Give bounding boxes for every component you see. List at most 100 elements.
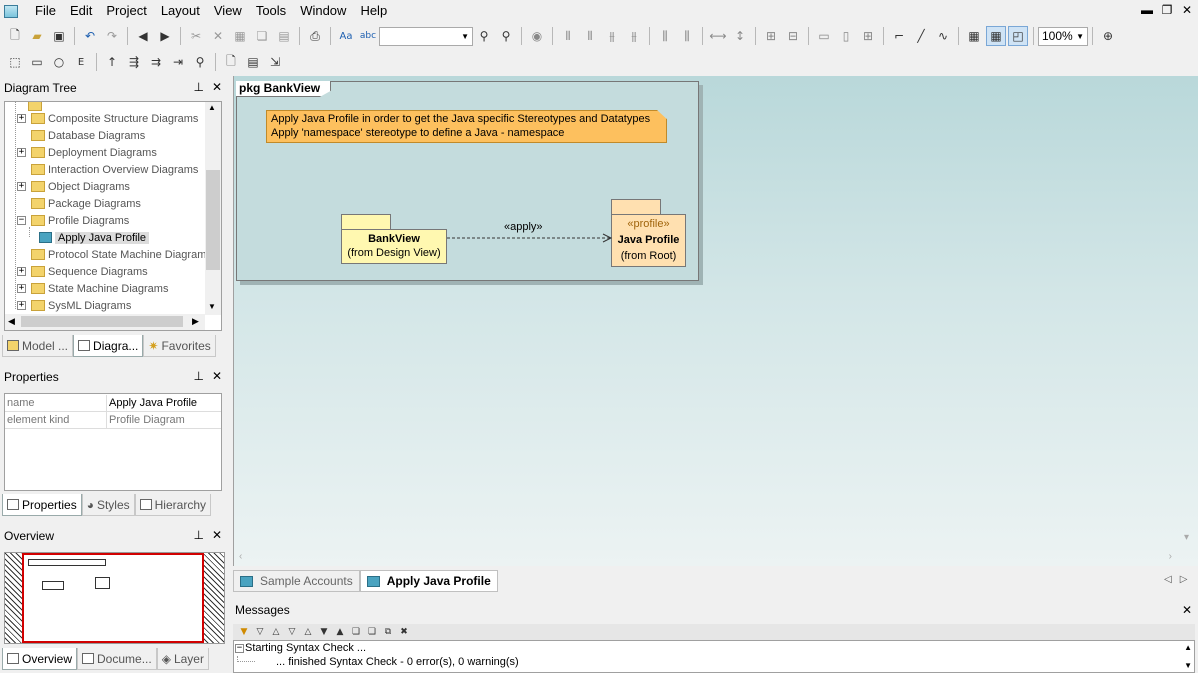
menu-file[interactable]: File (28, 0, 63, 22)
copy-image-icon[interactable]: ▦ (230, 26, 250, 46)
menu-project[interactable]: Project (99, 0, 153, 22)
expand-icon[interactable]: + (17, 182, 26, 191)
filter-icon[interactable]: ▼ (237, 626, 251, 638)
collapse-icon[interactable]: − (17, 216, 26, 225)
scroll-right-icon[interactable]: › (1169, 551, 1172, 562)
align-top-icon[interactable]: ⫵ (602, 26, 622, 46)
expand-icon[interactable]: + (17, 114, 26, 123)
overview-viewport[interactable] (22, 553, 204, 643)
next-warning-icon[interactable]: ▽ (285, 626, 299, 638)
shape-b-icon[interactable]: ▯ (836, 26, 856, 46)
menu-edit[interactable]: Edit (63, 0, 99, 22)
undo-icon[interactable]: ↶ (80, 26, 100, 46)
path-icon[interactable]: ⇶ (124, 52, 144, 72)
tab-diagrams[interactable]: Diagra... (73, 335, 144, 357)
tab-hierarchy[interactable]: Hierarchy (134, 494, 211, 516)
tree-item[interactable]: + Sequence Diagrams (17, 263, 148, 280)
tab-overview[interactable]: Overview (2, 648, 78, 670)
redo-icon[interactable]: ↷ (102, 26, 122, 46)
pin-icon[interactable]: ⊥ (193, 80, 203, 94)
next-message-icon[interactable]: ▼ (317, 626, 331, 638)
snap-grid-icon[interactable]: ▦ (986, 26, 1006, 46)
tree-horizontal-scrollbar[interactable]: ◀ ▶ (5, 314, 205, 330)
delete-icon[interactable]: ✕ (208, 26, 228, 46)
menu-window[interactable]: Window (293, 0, 353, 22)
ungroup-icon[interactable]: ⊟ (783, 26, 803, 46)
tree-item[interactable]: Database Diagrams (17, 127, 145, 144)
scroll-right-icon[interactable]: ▶ (192, 316, 199, 327)
java-profile-package[interactable]: «profile» Java Profile (from Root) (611, 214, 686, 267)
copy-icon[interactable]: ❏ (349, 626, 363, 638)
anchor-icon[interactable]: ↑ (102, 52, 122, 72)
prev-error-icon[interactable]: △ (269, 626, 283, 638)
tab-model[interactable]: Model ... (2, 335, 74, 357)
open-icon[interactable]: ▰ (27, 26, 47, 46)
close-icon[interactable]: ✕ (212, 528, 222, 542)
path-bezier-icon[interactable]: ∿ (933, 26, 953, 46)
next-error-icon[interactable]: ▽ (253, 626, 267, 638)
tree-item[interactable]: + SysML Diagrams (17, 297, 131, 314)
diagram-tree[interactable]: + Composite Structure Diagrams Database Di… (4, 101, 222, 331)
forward-icon[interactable]: ▶ (155, 26, 175, 46)
swap-icon[interactable]: ⇲ (265, 52, 285, 72)
find-text-icon[interactable]: Aa (336, 26, 356, 46)
note-icon[interactable]: 🗋 (221, 52, 241, 72)
scroll-left-icon[interactable]: ◀ (8, 316, 15, 327)
scroll-thumb[interactable] (206, 170, 220, 270)
scroll-left-icon[interactable]: ‹ (239, 551, 242, 562)
cut-icon[interactable]: ✂ (186, 26, 206, 46)
tree-item[interactable]: Interaction Overview Diagrams (17, 161, 198, 178)
note[interactable]: Apply Java Profile in order to get the J… (266, 110, 667, 143)
scroll-down-icon[interactable]: ▼ (208, 302, 216, 311)
tree-item[interactable]: Protocol State Machine Diagrams (17, 246, 212, 263)
menu-help[interactable]: Help (353, 0, 394, 22)
tree-item[interactable]: + Composite Structure Diagrams (17, 110, 198, 127)
browser-icon[interactable]: ◉ (527, 26, 547, 46)
restore-icon[interactable]: ❐ (1160, 3, 1174, 17)
rectangle-icon[interactable]: ▭ (27, 52, 47, 72)
new-icon[interactable]: 🗋 (5, 26, 25, 46)
close-icon[interactable]: ✕ (212, 369, 222, 383)
tab-layer[interactable]: ◈ Layer (156, 648, 209, 670)
tree-item[interactable]: − Profile Diagrams (17, 212, 129, 229)
property-value[interactable]: Apply Java Profile (107, 395, 197, 411)
message-line[interactable]: − Starting Syntax Check ... (235, 642, 366, 654)
shape-c-icon[interactable]: ⊞ (858, 26, 878, 46)
zoom-tool-icon[interactable]: ⚲ (190, 52, 210, 72)
scroll-up-icon[interactable]: ▲ (208, 103, 216, 112)
tree-item[interactable]: + State Machine Diagrams (17, 280, 168, 297)
minimize-icon[interactable]: ▬ (1140, 3, 1154, 17)
tree-item[interactable]: + Object Diagrams (17, 178, 130, 195)
distribute-v-icon[interactable]: ⫼ (677, 26, 697, 46)
shape-a-icon[interactable]: ▭ (814, 26, 834, 46)
distribute-h-icon[interactable]: ⫼ (655, 26, 675, 46)
scroll-thumb[interactable] (21, 316, 183, 327)
clear-icon[interactable]: ✖ (397, 626, 411, 638)
tab-properties[interactable]: Properties (2, 494, 82, 516)
zoom-select[interactable]: 100% ▼ (1038, 26, 1088, 46)
pin-icon[interactable]: ⊥ (193, 528, 203, 542)
path-oblique-icon[interactable]: ╱ (911, 26, 931, 46)
property-row[interactable]: element kind Profile Diagram (5, 412, 221, 429)
property-row[interactable]: name Apply Java Profile (5, 395, 221, 412)
tab-scroll-left-icon[interactable]: ◁ (1164, 574, 1172, 585)
frame-icon[interactable]: ◰ (1008, 26, 1028, 46)
route-icon[interactable]: ⇉ (146, 52, 166, 72)
prev-warning-icon[interactable]: △ (301, 626, 315, 638)
prev-message-icon[interactable]: ▲ (333, 626, 347, 638)
document-icon[interactable]: ▤ (243, 52, 263, 72)
tab-styles[interactable]: ◕ Styles (81, 494, 135, 516)
tab-scroll-right-icon[interactable]: ▷ (1180, 574, 1188, 585)
same-height-icon[interactable]: ↕ (730, 26, 750, 46)
spell-icon[interactable]: abc (358, 26, 378, 46)
style-select[interactable]: ▼ (379, 26, 473, 46)
align-bottom-icon[interactable]: ⫵ (624, 26, 644, 46)
close-icon[interactable]: ✕ (1182, 600, 1192, 620)
expand-icon[interactable]: + (17, 284, 26, 293)
tree-item[interactable]: + Deployment Diagrams (17, 144, 157, 161)
menu-layout[interactable]: Layout (154, 0, 207, 22)
same-width-icon[interactable]: ⟷ (708, 26, 728, 46)
fit-window-icon[interactable]: ⊕ (1098, 26, 1118, 46)
ellipse-icon[interactable]: ○ (49, 52, 69, 72)
pin-icon[interactable]: ⊥ (193, 369, 203, 383)
